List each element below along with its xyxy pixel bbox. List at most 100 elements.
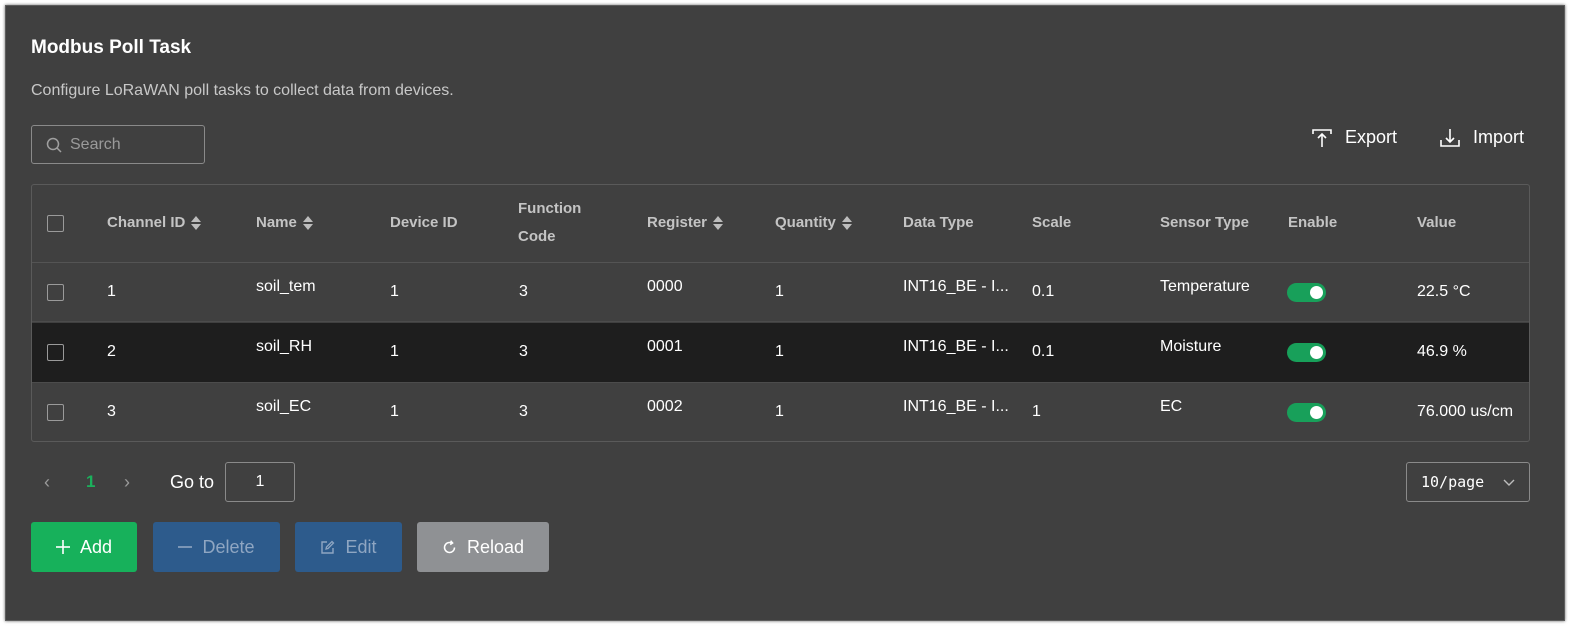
page-number-current[interactable]: 1	[86, 472, 95, 492]
export-icon	[1312, 128, 1332, 147]
select-all-checkbox[interactable]	[47, 215, 64, 232]
cell-channel-id: 2	[107, 343, 116, 360]
row-checkbox[interactable]	[47, 284, 64, 301]
import-button[interactable]: Import	[1439, 127, 1524, 148]
prev-page-button[interactable]: ‹	[44, 472, 50, 493]
table-row[interactable]: 3 soil_EC 1 3 0002 1 INT16_BE - I... 1 E…	[32, 382, 1529, 441]
add-label: Add	[79, 536, 113, 557]
cell-scale: 0.1	[1032, 343, 1055, 360]
cell-function-code: 3	[519, 283, 528, 300]
next-page-button[interactable]: ›	[124, 472, 130, 493]
goto-page-input[interactable]	[225, 462, 295, 502]
cell-device-id: 1	[390, 403, 399, 420]
column-label: Enable	[1288, 214, 1338, 231]
page-title: Modbus Poll Task	[31, 37, 192, 58]
column-label: Function	[518, 200, 582, 217]
page-subtitle: Configure LoRaWAN poll tasks to collect …	[31, 82, 454, 99]
cell-function-code: 3	[519, 403, 528, 420]
page-size-value: 10/page	[1421, 473, 1485, 491]
enable-toggle[interactable]	[1287, 403, 1326, 422]
row-checkbox[interactable]	[47, 404, 64, 421]
cell-channel-id: 3	[107, 403, 116, 420]
cell-sensor-type: Moisture	[1160, 338, 1222, 355]
edit-label: Edit	[345, 536, 377, 557]
cell-register: 0001	[647, 338, 683, 355]
column-label: Scale	[1032, 214, 1072, 231]
cell-sensor-type: EC	[1160, 398, 1183, 415]
column-header-register[interactable]: Register	[647, 209, 724, 237]
import-label: Import	[1473, 127, 1525, 147]
cell-channel-id: 1	[107, 283, 116, 300]
table-header: Channel ID Name Device ID Function Code …	[32, 185, 1529, 263]
column-header-sensor-type: Sensor Type	[1160, 209, 1249, 237]
cell-value: 22.5 °C	[1417, 283, 1471, 300]
cell-data-type: INT16_BE - I...	[903, 398, 1009, 415]
edit-icon	[321, 540, 335, 554]
column-label: Register	[647, 214, 708, 231]
chevron-down-icon	[1503, 479, 1515, 486]
column-label: Sensor Type	[1160, 214, 1249, 231]
cell-quantity: 1	[775, 403, 784, 420]
delete-label: Delete	[202, 536, 255, 557]
column-header-quantity[interactable]: Quantity	[775, 209, 853, 237]
sort-icon[interactable]	[302, 215, 314, 231]
cell-name: soil_tem	[256, 278, 316, 295]
cell-register: 0000	[647, 278, 683, 295]
add-button[interactable]: Add	[31, 522, 137, 572]
cell-scale: 1	[1032, 403, 1041, 420]
cell-device-id: 1	[390, 283, 399, 300]
cell-name: soil_RH	[256, 338, 313, 355]
enable-toggle[interactable]	[1287, 283, 1326, 302]
cell-quantity: 1	[775, 343, 784, 360]
column-header-scale: Scale	[1032, 209, 1071, 237]
cell-scale: 0.1	[1032, 283, 1055, 300]
search-input[interactable]	[70, 135, 190, 154]
column-label: Channel ID	[107, 214, 186, 231]
cell-value: 46.9 %	[1417, 343, 1467, 360]
table-row[interactable]: 2 soil_RH 1 3 0001 1 INT16_BE - I... 0.1…	[32, 323, 1529, 382]
goto-label: Go to	[170, 472, 215, 492]
reload-icon	[443, 539, 456, 553]
column-header-name[interactable]: Name	[256, 209, 314, 237]
minus-icon	[178, 546, 193, 548]
poll-task-table: Channel ID Name Device ID Function Code …	[31, 184, 1530, 442]
sort-icon[interactable]	[841, 215, 853, 231]
import-icon	[1440, 128, 1460, 147]
column-label: Code	[518, 228, 556, 245]
cell-name: soil_EC	[256, 398, 312, 415]
cell-data-type: INT16_BE - I...	[903, 278, 1009, 295]
cell-device-id: 1	[390, 343, 399, 360]
column-label: Device ID	[390, 214, 458, 231]
export-button[interactable]: Export	[1311, 127, 1397, 148]
column-label: Name	[256, 214, 297, 231]
page-size-select[interactable]: 10/page	[1406, 462, 1530, 502]
column-header-enable: Enable	[1288, 209, 1337, 237]
search-box[interactable]	[31, 125, 205, 164]
column-label: Data Type	[903, 214, 974, 231]
reload-button[interactable]: Reload	[417, 522, 549, 572]
table-row[interactable]: 1 soil_tem 1 3 0000 1 INT16_BE - I... 0.…	[32, 263, 1529, 322]
cell-data-type: INT16_BE - I...	[903, 338, 1009, 355]
column-header-device-id: Device ID	[390, 209, 458, 237]
cell-function-code: 3	[519, 343, 528, 360]
sort-icon[interactable]	[191, 215, 202, 231]
cell-sensor-type: Temperature	[1160, 278, 1250, 295]
reload-label: Reload	[466, 536, 525, 557]
edit-button[interactable]: Edit	[295, 522, 402, 572]
cell-quantity: 1	[775, 283, 784, 300]
cell-value: 76.000 us/cm	[1417, 403, 1514, 420]
column-label: Value	[1417, 214, 1457, 231]
row-checkbox[interactable]	[47, 344, 64, 361]
export-label: Export	[1345, 127, 1398, 147]
enable-toggle[interactable]	[1287, 343, 1326, 362]
modbus-poll-panel: Modbus Poll Task Configure LoRaWAN poll …	[5, 5, 1565, 621]
column-header-data-type: Data Type	[903, 209, 974, 237]
sort-icon[interactable]	[713, 215, 724, 231]
column-header-value: Value	[1417, 209, 1456, 237]
delete-button[interactable]: Delete	[153, 522, 280, 572]
column-header-function-code: Function Code	[518, 195, 581, 251]
search-icon	[46, 137, 62, 153]
plus-icon	[55, 540, 70, 554]
column-header-channel-id[interactable]: Channel ID	[107, 209, 202, 237]
cell-register: 0002	[647, 398, 683, 415]
